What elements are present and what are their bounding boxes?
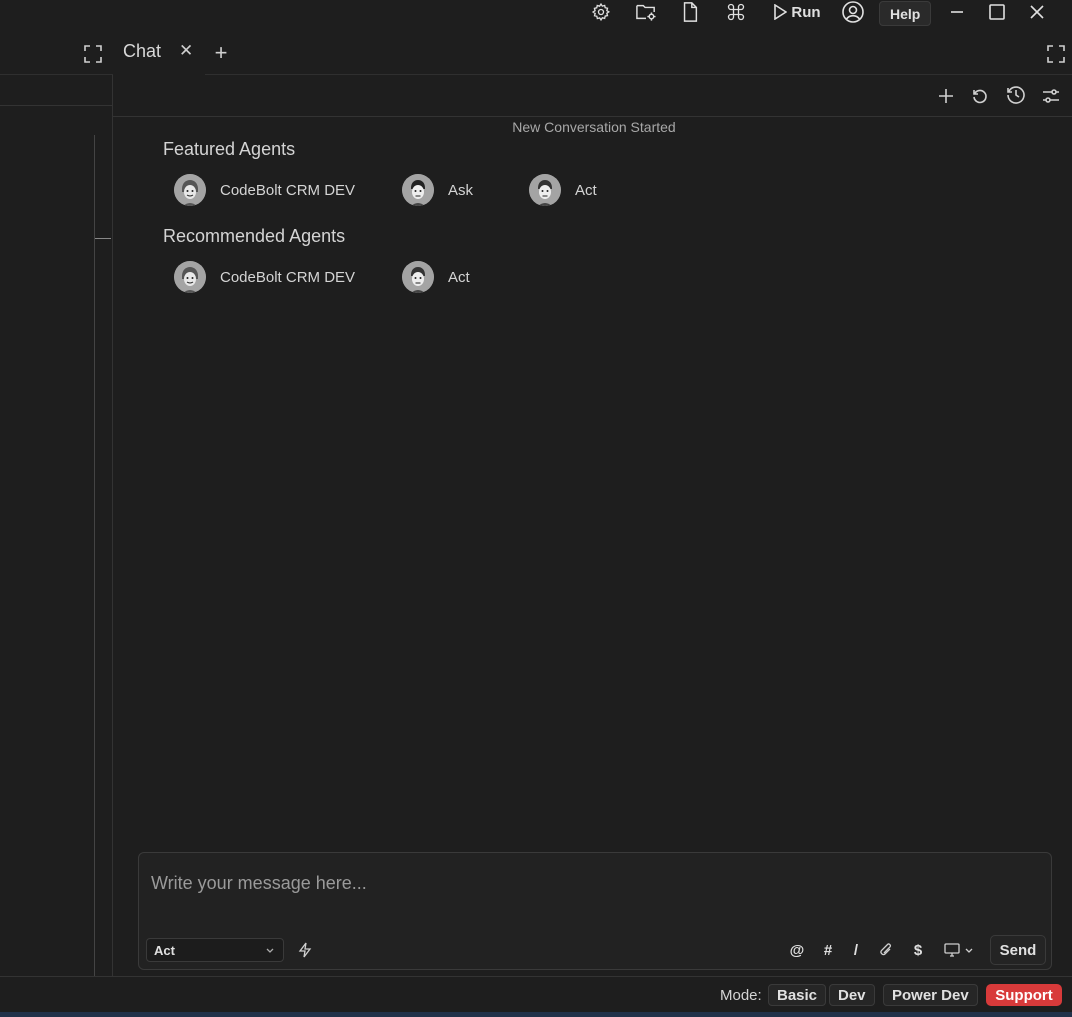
message-composer: Act @ # / $ Send <box>138 852 1052 970</box>
featured-agents-title: Featured Agents <box>163 139 296 159</box>
dollar-tool[interactable]: $ <box>909 939 927 961</box>
tab-chat[interactable]: Chat ✕ <box>113 26 205 76</box>
expand-right-icon[interactable] <box>1045 43 1067 65</box>
chat-toolbar <box>113 75 1072 117</box>
folder-settings-icon[interactable] <box>634 0 658 24</box>
user-circle-icon[interactable] <box>841 0 865 24</box>
chevron-down-icon <box>266 948 274 953</box>
play-icon <box>774 4 788 20</box>
tab-close-icon[interactable]: ✕ <box>179 41 193 61</box>
message-input[interactable] <box>151 873 1031 913</box>
gear-icon[interactable] <box>589 0 613 24</box>
avatar <box>402 261 434 293</box>
settings-sliders-icon[interactable] <box>1040 86 1062 106</box>
status-bar: Mode: Basic Dev Power Dev Support <box>0 976 1072 1012</box>
file-icon[interactable] <box>679 0 701 24</box>
scroll-thumb[interactable] <box>95 238 111 239</box>
hash-tool[interactable]: # <box>819 939 837 961</box>
mode-power-dev-button[interactable]: Power Dev <box>883 984 978 1006</box>
avatar <box>174 261 206 293</box>
agent-select-value: Act <box>154 942 175 958</box>
mention-tool[interactable]: @ <box>787 939 807 961</box>
recommended-agents-title: Recommended Agents <box>163 226 346 246</box>
agent-name: CodeBolt CRM DEV <box>220 181 356 199</box>
agent-select[interactable]: Act <box>146 938 284 962</box>
left-panel-divider <box>0 105 113 106</box>
avatar <box>174 174 206 206</box>
mode-dev-button[interactable]: Dev <box>829 984 875 1006</box>
featured-agent-ask[interactable]: Ask <box>402 174 473 206</box>
tab-chat-label: Chat <box>123 40 162 61</box>
featured-agent-codebolt[interactable]: CodeBolt CRM DEV <box>174 174 355 206</box>
mode-label: Mode: <box>720 987 762 1004</box>
refresh-icon[interactable] <box>970 86 990 106</box>
conversation-status: New Conversation Started <box>512 119 676 135</box>
left-panel-scrollbar[interactable] <box>94 135 95 977</box>
agent-name: Act <box>448 268 470 286</box>
recommended-agent-codebolt[interactable]: CodeBolt CRM DEV <box>174 261 355 293</box>
slash-tool[interactable]: / <box>847 939 865 961</box>
agent-name: Act <box>575 181 597 199</box>
expand-left-icon[interactable] <box>82 43 104 65</box>
agent-name: CodeBolt CRM DEV <box>220 268 356 286</box>
minimize-icon[interactable] <box>946 0 968 24</box>
screen-select[interactable] <box>941 939 977 961</box>
run-label: Run <box>791 3 821 21</box>
left-panel <box>0 75 113 977</box>
send-button[interactable]: Send <box>990 935 1046 965</box>
avatar <box>402 174 434 206</box>
paperclip-icon[interactable] <box>876 939 896 961</box>
mode-basic-button[interactable]: Basic <box>768 984 827 1006</box>
agent-name: Ask <box>448 181 474 199</box>
help-button[interactable]: Help <box>879 1 932 26</box>
chevron-down-icon <box>965 948 973 953</box>
add-tab-icon[interactable]: + <box>210 40 232 65</box>
new-chat-icon[interactable] <box>936 86 956 106</box>
history-icon[interactable] <box>1005 84 1027 106</box>
featured-agent-act[interactable]: Act <box>529 174 597 206</box>
taskbar-edge <box>0 1012 1072 1017</box>
maximize-icon[interactable] <box>986 0 1008 24</box>
close-icon[interactable] <box>1026 0 1048 24</box>
run-button[interactable]: Run <box>772 0 822 24</box>
title-bar: Run Help <box>0 0 1072 26</box>
recommended-agent-act[interactable]: Act <box>402 261 470 293</box>
avatar <box>529 174 561 206</box>
command-icon[interactable] <box>725 0 747 24</box>
monitor-icon <box>944 943 960 957</box>
lightning-icon[interactable] <box>295 939 315 961</box>
support-button[interactable]: Support <box>986 984 1062 1006</box>
